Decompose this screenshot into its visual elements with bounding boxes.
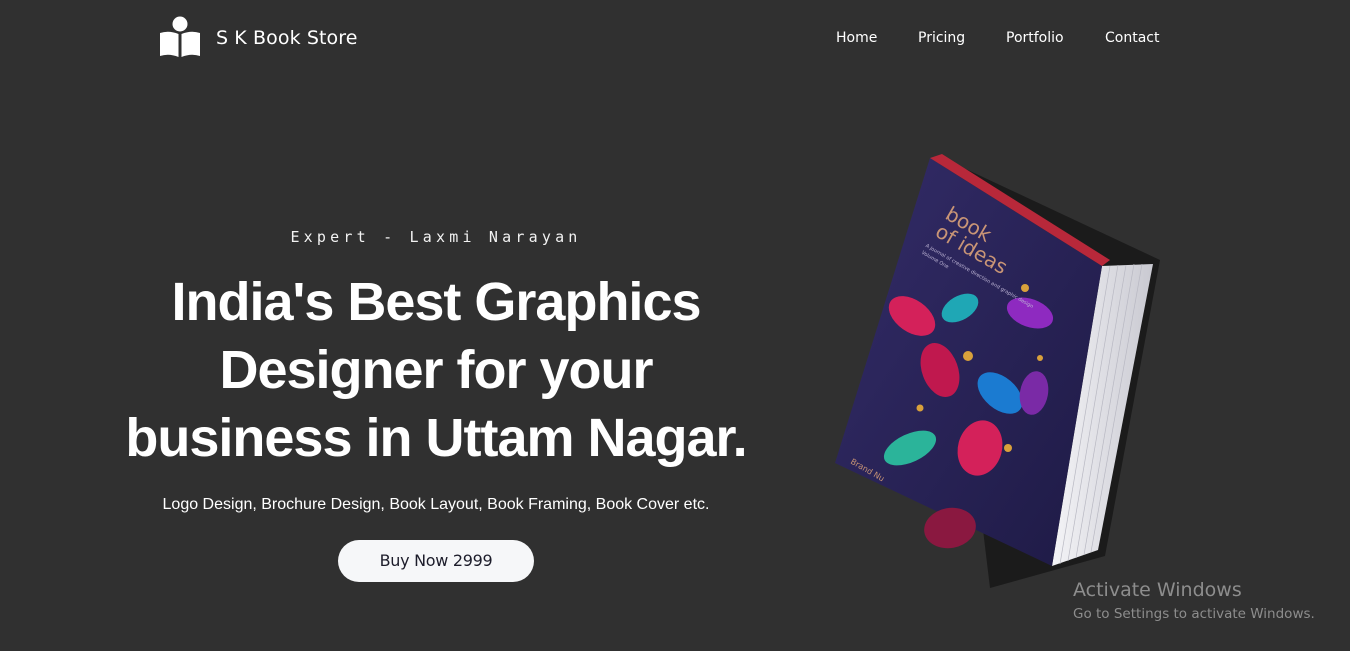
- nav-link-home[interactable]: Home: [836, 30, 877, 46]
- nav-link-contact[interactable]: Contact: [1105, 30, 1159, 46]
- main-nav: Home Pricing Portfolio Contact: [0, 30, 1350, 50]
- hero-subtitle: Logo Design, Brochure Design, Book Layou…: [162, 496, 710, 513]
- hero-headline-line: business in Uttam Nagar.: [125, 408, 747, 468]
- hero-headline: India's Best Graphics Designer for your …: [100, 268, 772, 472]
- hero-headline-line: Designer for your: [219, 340, 653, 400]
- activate-windows-watermark: Activate Windows Go to Settings to activ…: [1073, 579, 1315, 622]
- nav-link-portfolio[interactable]: Portfolio: [1006, 30, 1064, 46]
- watermark-title: Activate Windows: [1073, 579, 1242, 601]
- book-illustration: book of ideas A journal of creative dire…: [835, 154, 1160, 588]
- nav-link-pricing[interactable]: Pricing: [918, 30, 965, 46]
- hero-section: Expert - Laxmi Narayan India's Best Grap…: [100, 228, 772, 582]
- hero-headline-line: India's Best Graphics: [171, 272, 701, 332]
- watermark-subtitle: Go to Settings to activate Windows.: [1073, 606, 1315, 622]
- landing-page: S K Book Store Home Pricing Portfolio Co…: [0, 0, 1350, 651]
- buy-now-button[interactable]: Buy Now 2999: [338, 540, 534, 582]
- hero-eyebrow: Expert - Laxmi Narayan: [290, 228, 582, 246]
